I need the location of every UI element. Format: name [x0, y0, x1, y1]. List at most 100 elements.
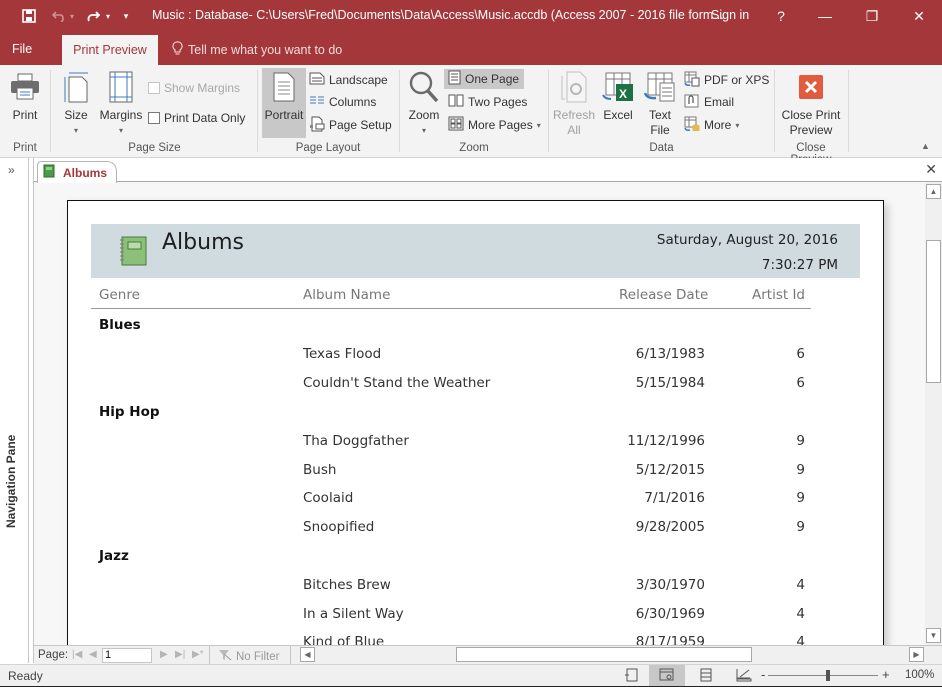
- artist-id-cell: 9: [796, 519, 805, 535]
- release-date-cell: 5/15/1984: [635, 375, 705, 391]
- close-window-button[interactable]: ✕: [896, 0, 942, 32]
- page-setup-button[interactable]: Page Setup: [309, 115, 392, 135]
- column-header-divider: [91, 308, 811, 309]
- show-margins-checkbox[interactable]: Show Margins: [148, 78, 240, 98]
- customize-toolbar-icon[interactable]: ▾: [120, 7, 132, 25]
- vertical-scroll-thumb[interactable]: [926, 240, 941, 383]
- close-preview-icon: [798, 68, 824, 106]
- zoom-out-button[interactable]: -: [761, 667, 765, 682]
- record-navigation-bar: Page: |◀ ◀ 1 ▶ ▶| ▶* No Filter ◀ ▶: [34, 645, 942, 664]
- scroll-left-arrow-icon[interactable]: ◀: [300, 647, 315, 662]
- more-export-button[interactable]: More ▾: [684, 115, 739, 135]
- report-date: Saturday, August 20, 2016: [656, 232, 838, 248]
- group-label-print: Print: [13, 142, 37, 154]
- sign-in-link[interactable]: Sign in: [711, 8, 749, 22]
- horizontal-scroll-thumb[interactable]: [456, 647, 752, 662]
- album-name-cell: Texas Flood: [303, 346, 382, 362]
- album-name-cell: Tha Doggfather: [303, 433, 409, 449]
- print-data-only-checkbox[interactable]: Print Data Only: [148, 108, 245, 128]
- two-pages-icon: [448, 94, 464, 110]
- group-label-page-layout: Page Layout: [295, 142, 361, 154]
- redo-icon[interactable]: [84, 7, 102, 25]
- navigation-pane[interactable]: » Navigation Pane: [0, 158, 29, 663]
- document-tab-bar: Albums ✕: [34, 158, 942, 183]
- close-print-preview-button[interactable]: Close Print Preview: [780, 68, 842, 138]
- zoom-button[interactable]: Zoom ▾: [405, 68, 443, 138]
- first-page-icon[interactable]: |◀: [72, 649, 82, 660]
- scroll-right-arrow-icon[interactable]: ▶: [909, 647, 924, 662]
- next-page-icon[interactable]: ▶: [160, 649, 168, 660]
- undo-dropdown-icon[interactable]: ▾: [68, 7, 76, 25]
- window-title: Music : Database- C:\Users\Fred\Document…: [152, 8, 724, 22]
- zoom-slider-thumb[interactable]: [826, 670, 830, 681]
- previous-page-icon[interactable]: ◀: [89, 649, 97, 660]
- document-tab-albums[interactable]: Albums: [37, 161, 117, 183]
- one-page-icon: [448, 70, 461, 88]
- print-button[interactable]: Print: [6, 68, 44, 123]
- expand-nav-pane-icon[interactable]: »: [8, 163, 15, 177]
- album-name-cell: Bitches Brew: [303, 577, 391, 593]
- page-size-icon: [63, 68, 89, 106]
- portrait-button[interactable]: Portrait: [262, 68, 306, 138]
- scroll-down-arrow-icon[interactable]: ▼: [926, 628, 941, 643]
- chevron-down-icon: ▾: [118, 126, 123, 135]
- zoom-slider-track[interactable]: [768, 675, 878, 676]
- two-pages-button[interactable]: Two Pages: [448, 92, 527, 112]
- text-file-export-button[interactable]: Text File: [642, 68, 678, 138]
- report-header: Albums Saturday, August 20, 2016 7:30:27…: [91, 224, 860, 278]
- report-time: 7:30:27 PM: [761, 257, 838, 273]
- vertical-scrollbar[interactable]: ▲ ▼: [925, 182, 942, 645]
- undo-icon[interactable]: [50, 7, 68, 25]
- divider: [209, 646, 210, 664]
- landscape-button[interactable]: Landscape: [309, 70, 388, 90]
- page-number-input[interactable]: 1: [102, 648, 152, 663]
- tab-print-preview[interactable]: Print Preview: [62, 35, 158, 65]
- album-name-cell: Bush: [303, 462, 337, 478]
- group-header-genre: Blues: [99, 317, 141, 333]
- redo-dropdown-icon[interactable]: ▾: [104, 7, 112, 25]
- no-filter-button[interactable]: No Filter: [218, 649, 279, 664]
- refresh-all-button[interactable]: Refresh All: [553, 68, 595, 138]
- excel-export-button[interactable]: X Excel: [600, 68, 636, 123]
- more-pages-button[interactable]: More Pages ▾: [448, 115, 541, 135]
- zoom-percent[interactable]: 100%: [905, 669, 934, 681]
- ribbon: Print Print Size ▾ Margins ▾ Show Margin…: [0, 65, 942, 166]
- horizontal-scrollbar[interactable]: ◀ ▶: [300, 647, 925, 663]
- group-header-genre: Jazz: [99, 548, 129, 564]
- filter-icon: [218, 649, 232, 664]
- last-page-icon[interactable]: ▶|: [175, 649, 185, 660]
- print-preview-view-button[interactable]: [649, 665, 685, 687]
- column-header-artist-id: Artist Id: [752, 287, 805, 303]
- zoom-in-button[interactable]: +: [882, 667, 890, 682]
- column-header-album-name: Album Name: [303, 287, 391, 303]
- paperclip-icon: [684, 93, 700, 112]
- size-button[interactable]: Size ▾: [60, 68, 92, 138]
- collapse-ribbon-icon[interactable]: ▲: [921, 141, 930, 151]
- save-icon[interactable]: [20, 7, 38, 25]
- svg-text:X: X: [619, 87, 627, 101]
- columns-button[interactable]: Columns: [309, 92, 376, 112]
- margins-button[interactable]: Margins ▾: [98, 68, 144, 138]
- help-button[interactable]: ?: [758, 0, 804, 32]
- tab-file[interactable]: File: [12, 42, 32, 56]
- new-page-icon[interactable]: ▶*: [192, 649, 204, 660]
- layout-view-button[interactable]: [688, 665, 724, 687]
- album-name-cell: Snoopified: [303, 519, 375, 535]
- document-area: Albums ✕ Albums Saturday, August 20, 201…: [33, 158, 942, 663]
- tell-me-text: Tell me what you want to do: [188, 42, 343, 57]
- pdf-xps-export-button[interactable]: PDF or XPS: [684, 70, 769, 90]
- report-view-button[interactable]: [613, 665, 649, 687]
- scroll-up-arrow-icon[interactable]: ▲: [926, 184, 941, 199]
- excel-icon: X: [602, 68, 634, 106]
- close-document-icon[interactable]: ✕: [925, 161, 937, 178]
- checkbox-icon: [148, 112, 160, 124]
- pdf-icon: [684, 71, 700, 90]
- tell-me-search[interactable]: Tell me what you want to do: [172, 41, 342, 58]
- ribbon-tabs: File Print Preview Tell me what you want…: [0, 32, 942, 65]
- email-button[interactable]: Email: [684, 92, 734, 112]
- design-view-button[interactable]: [726, 665, 762, 687]
- restore-button[interactable]: ❐: [849, 0, 895, 32]
- group-separator: [774, 70, 775, 152]
- minimize-button[interactable]: —: [802, 0, 848, 32]
- one-page-button[interactable]: One Page: [444, 69, 525, 89]
